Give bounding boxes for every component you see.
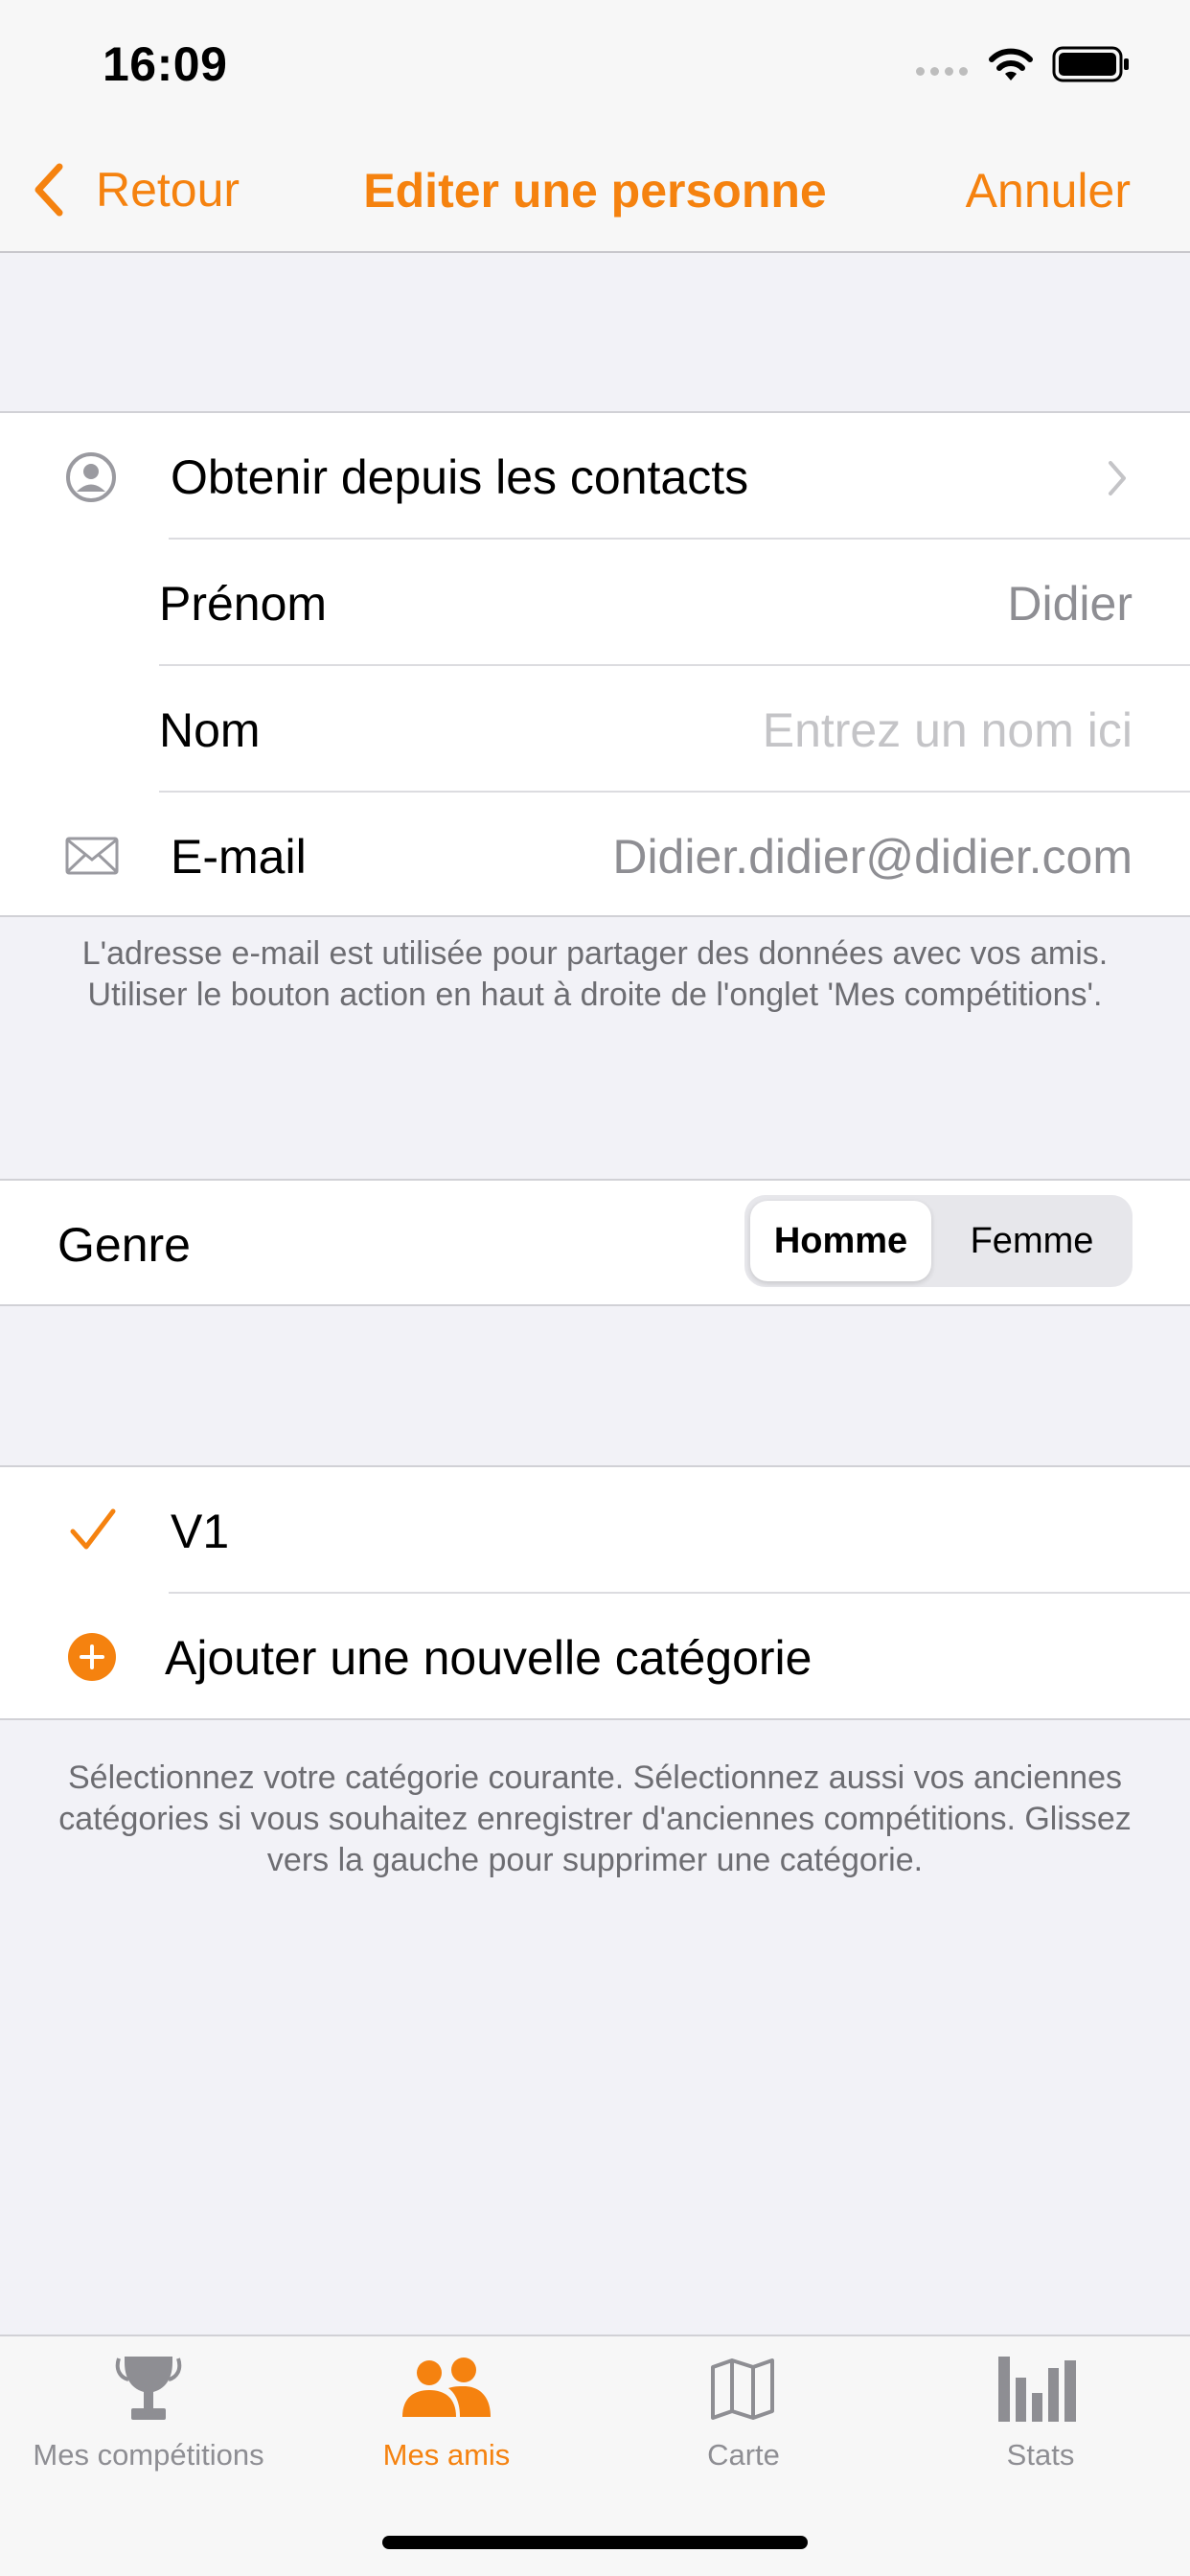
cellular-signal-icon — [916, 67, 968, 76]
tab-label-mes-competitions: Mes compétitions — [33, 2438, 264, 2472]
add-category-button[interactable]: Ajouter une nouvelle catégorie — [0, 1594, 1190, 1718]
first-name-field[interactable]: Didier — [1007, 576, 1133, 632]
email-field[interactable]: Didier.didier@didier.com — [612, 829, 1133, 885]
cancel-button[interactable]: Annuler — [966, 163, 1131, 218]
add-category-label: Ajouter une nouvelle catégorie — [165, 1631, 812, 1685]
map-icon — [711, 2358, 774, 2420]
last-name-row[interactable]: Nom Entrez un nom ici — [0, 666, 1190, 791]
home-indicator[interactable] — [382, 2536, 808, 2549]
gender-segmented-control[interactable]: Homme Femme — [744, 1195, 1133, 1287]
gender-label: Genre — [57, 1218, 191, 1272]
category-section: V1 Ajouter une nouvelle catégorie — [0, 1465, 1190, 1720]
gender-option-homme[interactable]: Homme — [750, 1201, 931, 1281]
wifi-icon — [989, 48, 1033, 80]
contact-section: Obtenir depuis les contacts Prénom Didie… — [0, 411, 1190, 917]
status-time: 16:09 — [103, 37, 228, 91]
trophy-icon — [115, 2357, 182, 2420]
checkmark-icon — [70, 1508, 116, 1550]
tab-label-carte: Carte — [707, 2438, 780, 2472]
last-name-label: Nom — [159, 703, 261, 757]
envelope-icon — [65, 837, 119, 875]
chevron-right-icon — [1109, 461, 1126, 495]
battery-icon — [1052, 46, 1129, 82]
email-label: E-mail — [171, 830, 307, 884]
category-label: V1 — [171, 1505, 230, 1558]
tab-label-mes-amis: Mes amis — [382, 2438, 511, 2472]
email-row[interactable]: E-mail Didier.didier@didier.com — [0, 793, 1190, 917]
category-row[interactable]: V1 — [0, 1467, 1190, 1592]
gender-option-femme[interactable]: Femme — [936, 1201, 1128, 1281]
first-name-row[interactable]: Prénom Didier — [0, 540, 1190, 664]
last-name-field[interactable]: Entrez un nom ici — [763, 702, 1133, 758]
person-circle-icon — [66, 452, 116, 502]
first-name-label: Prénom — [159, 577, 328, 631]
people-icon — [402, 2358, 491, 2417]
import-from-contacts-row[interactable]: Obtenir depuis les contacts — [0, 413, 1190, 538]
bar-chart-icon — [998, 2357, 1076, 2422]
category-footer-note: Sélectionnez votre catégorie courante. S… — [58, 1760, 1132, 1878]
email-footer-note: L'adresse e-mail est utilisée pour parta… — [81, 935, 1109, 1013]
import-from-contacts-label: Obtenir depuis les contacts — [171, 450, 749, 504]
add-circle-icon — [68, 1633, 116, 1681]
tab-label-stats: Stats — [1006, 2438, 1075, 2472]
